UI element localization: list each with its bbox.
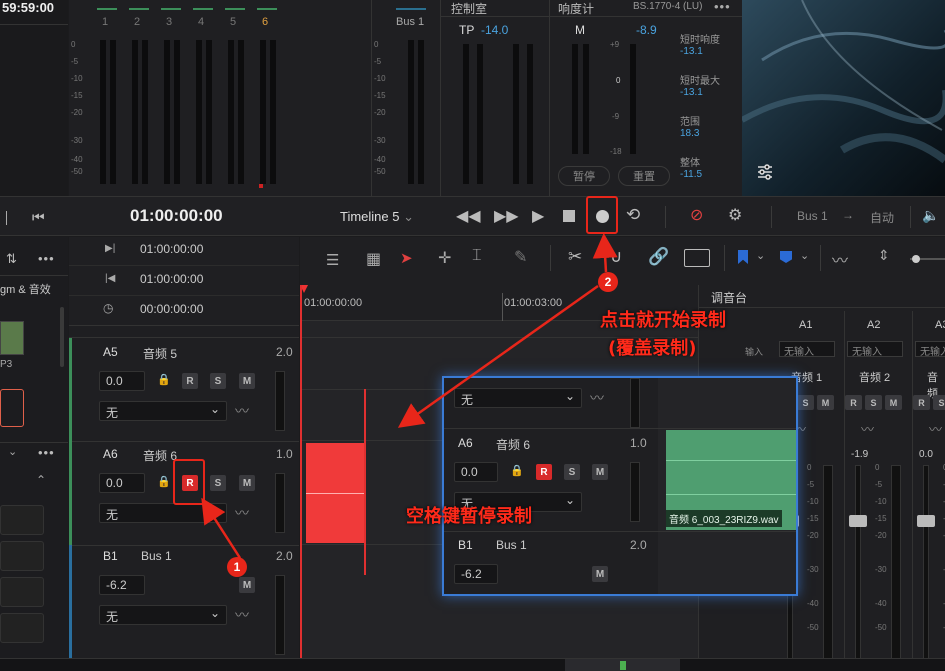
- daw-window: 59:59:00 123456 0 -5 -10 -15 -20 -30 -40 -50 Bu…: [0, 0, 945, 671]
- annotation-space-text: 空格键暂停录制: [406, 506, 532, 527]
- annotation-overwrite-text: (覆盖录制): [608, 338, 697, 359]
- step-1-badge: 1: [227, 557, 247, 577]
- annotation-arrows: [201, 233, 618, 559]
- annotation-click-text: 点击就开始录制: [600, 310, 726, 331]
- step-2-badge: 2: [598, 272, 618, 292]
